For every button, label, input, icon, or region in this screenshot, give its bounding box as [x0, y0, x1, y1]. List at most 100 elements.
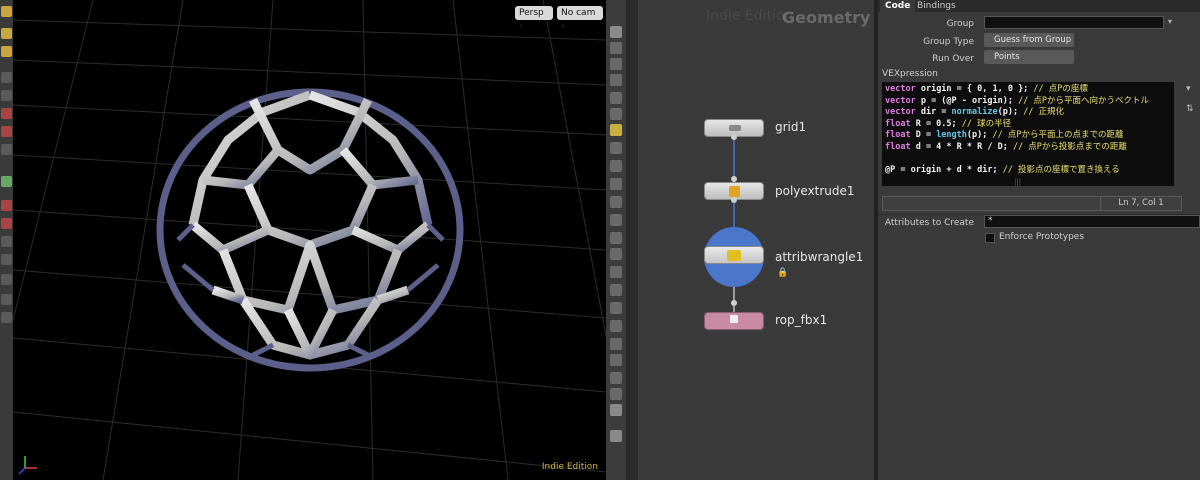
scene-viewport[interactable]: Persp ▾ No cam ▾ Indie Edition — [13, 0, 606, 480]
primitive-icon[interactable] — [610, 302, 622, 314]
run-over-select[interactable]: Points — [984, 50, 1074, 64]
record-icon[interactable] — [1, 200, 12, 211]
grid-icon — [729, 125, 741, 131]
polyextrude-icon — [729, 186, 740, 197]
network-wires — [704, 137, 764, 312]
pane-divider[interactable] — [626, 0, 638, 480]
vex-code-editor[interactable]: vector origin = { 0, 1, 0 }; // 点Pの座標 ve… — [882, 82, 1174, 186]
group-type-label: Group Type — [923, 37, 974, 47]
shading-icon[interactable] — [610, 92, 622, 104]
persp-menu-button[interactable]: Persp ▾ — [515, 6, 553, 32]
persp-label: Persp — [519, 8, 544, 18]
guide-icon[interactable] — [610, 354, 622, 366]
group-label: Group — [946, 19, 974, 29]
attributes-label: Attributes to Create — [884, 218, 974, 228]
ghost-icon[interactable] — [610, 74, 622, 86]
rop-icon — [730, 315, 738, 323]
edition-label: Indie Edition — [541, 462, 598, 472]
node-label-grid1: grid1 — [775, 120, 807, 134]
background-icon[interactable] — [610, 404, 622, 416]
number-icon[interactable] — [610, 266, 622, 278]
wrangle-icon — [727, 250, 741, 261]
backface-icon[interactable] — [610, 160, 622, 172]
node-rop-fbx1[interactable] — [704, 312, 764, 330]
edge-icon[interactable] — [610, 320, 622, 332]
parameter-panel: Code Bindings Group ▾ Group Type Guess f… — [878, 0, 1200, 480]
grid1-output-port[interactable] — [731, 134, 737, 140]
camera-view-icon[interactable] — [610, 142, 622, 154]
snap-grid-icon[interactable] — [1, 126, 12, 137]
move-tool-icon[interactable] — [1, 46, 12, 57]
magnet-icon[interactable] — [1, 218, 12, 229]
uv-icon[interactable] — [610, 284, 622, 296]
paint-icon[interactable] — [1, 176, 12, 187]
camera-icon[interactable] — [1, 294, 12, 305]
lock-camera-icon[interactable] — [610, 58, 622, 70]
code-status-bar: Ln 7, Col 1 — [882, 196, 1182, 211]
node-attribwrangle1[interactable] — [704, 246, 764, 264]
left-shelf-toolbar — [0, 0, 13, 480]
viewport-canvas — [13, 0, 606, 480]
text-display-icon[interactable] — [610, 388, 622, 400]
code-line: @P = origin + d * dir; // 投影点の座標で置き換える — [885, 164, 1120, 175]
select-tool-icon[interactable] — [1, 28, 12, 39]
code-line: float d = 4 * R * R / D; // 点Pから投影点までの距離 — [885, 141, 1127, 152]
vector-icon[interactable] — [610, 232, 622, 244]
code-line: vector p = (@P - origin); // 点Pから平面へ向かうベ… — [885, 95, 1150, 106]
snap-icon[interactable] — [1, 108, 12, 119]
cursor-position: Ln 7, Col 1 — [1100, 197, 1181, 210]
lock-icon[interactable]: 🔒 — [777, 268, 788, 278]
wireframe-icon[interactable] — [610, 42, 622, 54]
group-field[interactable] — [984, 16, 1164, 29]
view-icon[interactable] — [1, 274, 12, 285]
menu-chevron-icon[interactable]: ▾ — [1186, 84, 1191, 94]
lock-icon[interactable] — [1, 90, 12, 101]
attribwrangle1-output-port[interactable] — [731, 300, 737, 306]
handle-tool-icon[interactable] — [1, 6, 12, 17]
normals-icon[interactable] — [610, 196, 622, 208]
light-bulb-icon[interactable] — [610, 108, 622, 120]
headlight-icon[interactable] — [610, 124, 622, 136]
point-icon[interactable] — [610, 214, 622, 226]
vexpression-label: VEXpression — [882, 69, 938, 79]
attributes-field[interactable]: * — [984, 215, 1200, 228]
polyextrude1-output-port[interactable] — [731, 197, 737, 203]
display-options-icon[interactable] — [610, 26, 622, 38]
sphere-wireframe — [156, 88, 464, 372]
node-label-polyextrude1: polyextrude1 — [775, 184, 855, 198]
code-line: vector origin = { 0, 1, 0 }; // 点Pの座標 — [885, 84, 1088, 94]
enforce-prototypes-label: Enforce Prototypes — [999, 232, 1085, 242]
expand-icon[interactable]: ⇅ — [1186, 104, 1194, 114]
brush-icon[interactable] — [1, 236, 12, 247]
network-editor[interactable]: Indie Edition Geometry grid1 polyextrude… — [638, 0, 874, 480]
group-type-select[interactable]: Guess from Group — [984, 33, 1074, 47]
cam-label: No cam — [561, 8, 596, 18]
parameter-tabs: Code Bindings — [878, 0, 1200, 12]
group-type-value: Guess from Group — [994, 35, 1072, 45]
code-line: vector dir = normalize(p); // 正規化 — [885, 107, 1065, 117]
light-icon[interactable] — [1, 312, 12, 323]
camera-menu-button[interactable]: No cam ▾ — [557, 6, 603, 32]
run-over-value: Points — [994, 52, 1020, 62]
code-line: float D = length(p); // 点Pから平面上の点までの距離 — [885, 130, 1124, 140]
run-over-label: Run Over — [932, 54, 974, 64]
enforce-prototypes-checkbox[interactable] — [985, 233, 995, 243]
brush-display-icon[interactable] — [610, 248, 622, 260]
sculpt-icon[interactable] — [1, 254, 12, 265]
viewport-display-toolbar — [606, 0, 626, 480]
group-dropdown-icon[interactable]: ▾ — [1168, 17, 1178, 29]
code-line: float R = 0.5; // 球の半径 — [885, 118, 1012, 129]
axis-gizmo — [18, 456, 37, 475]
code-side-controls: ▾ ⇅ — [1182, 82, 1200, 122]
tab-code[interactable]: Code — [880, 0, 916, 12]
tab-bindings[interactable]: Bindings — [912, 0, 961, 12]
hull-icon[interactable] — [610, 338, 622, 350]
node-label-rop-fbx1: rop_fbx1 — [775, 313, 828, 327]
arrow-select-icon[interactable] — [1, 72, 12, 83]
scene-light-icon[interactable] — [610, 430, 622, 442]
lasso-icon[interactable] — [610, 372, 622, 384]
visibility-icon[interactable] — [1, 144, 12, 155]
code-scroll-handle[interactable]: ||| — [1014, 178, 1021, 186]
point-display-icon[interactable] — [610, 178, 622, 190]
